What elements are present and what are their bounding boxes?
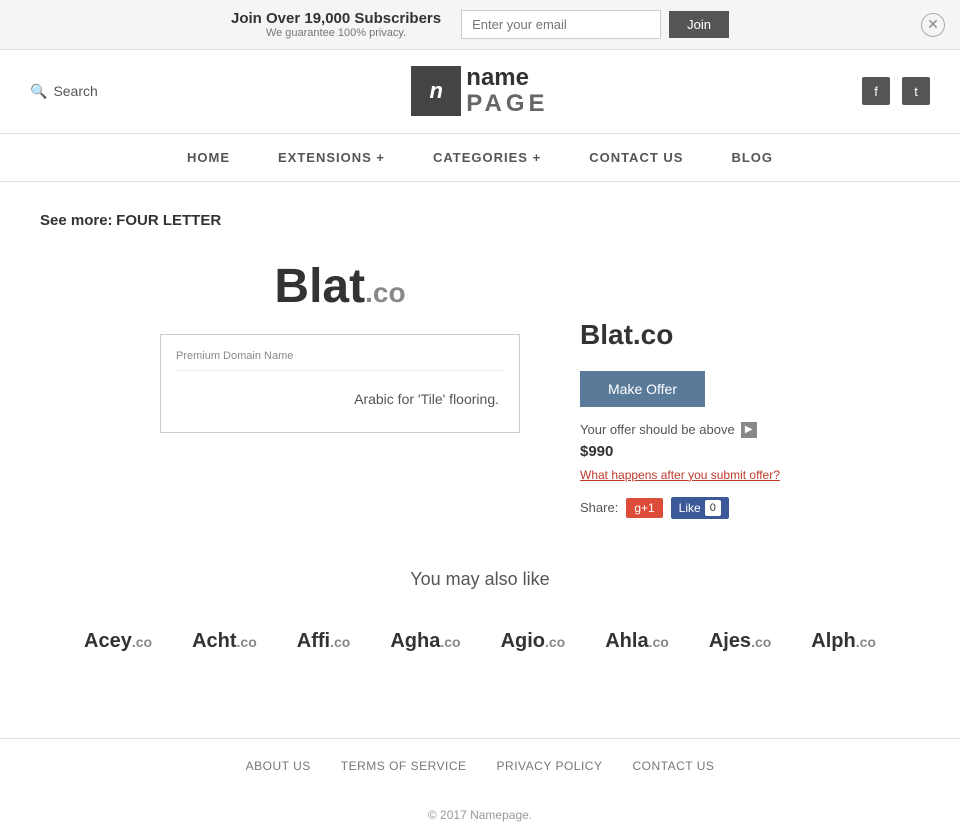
fb-like-count: 0 xyxy=(705,500,721,516)
similar-domain-tld: .co xyxy=(856,634,876,650)
banner-headline: Join Over 19,000 Subscribers xyxy=(231,10,441,27)
domain-title: Blat.co xyxy=(580,319,800,351)
footer-contact[interactable]: CONTACT US xyxy=(632,759,714,773)
domain-tld-display: .co xyxy=(365,277,405,308)
nav-contact[interactable]: CONTACT US xyxy=(565,134,707,181)
email-input[interactable] xyxy=(461,10,661,39)
similar-domain-name: Acey xyxy=(84,630,132,652)
domain-right: Blat.co Make Offer Your offer should be … xyxy=(580,259,800,519)
offer-info: Your offer should be above ▶ xyxy=(580,422,800,438)
logo-letter: n xyxy=(430,78,443,104)
logo-name: name xyxy=(466,65,548,91)
also-like-section: You may also like Acey.co Acht.co Affi.c… xyxy=(40,569,920,668)
domain-logo: Blat.co xyxy=(160,259,520,314)
make-offer-button[interactable]: Make Offer xyxy=(580,371,705,407)
search-label: Search xyxy=(53,83,97,99)
logo[interactable]: n name PAGE xyxy=(411,65,548,118)
similar-domain-name: Agio xyxy=(501,630,545,652)
domain-description: Arabic for 'Tile' flooring. xyxy=(176,381,504,417)
similar-domain-tld: .co xyxy=(237,634,257,650)
share-label: Share: xyxy=(580,500,618,515)
offer-question-link[interactable]: What happens after you submit offer? xyxy=(580,468,800,482)
similar-domain-name: Affi xyxy=(297,630,330,652)
nav-extensions[interactable]: EXTENSIONS + xyxy=(254,134,409,181)
domain-section: Blat.co Premium Domain Name Arabic for '… xyxy=(40,259,920,519)
similar-domain-tld: .co xyxy=(330,634,350,650)
category-label[interactable]: FOUR LETTER xyxy=(116,212,221,229)
list-item[interactable]: Affi.co xyxy=(277,615,371,668)
similar-domain-tld: .co xyxy=(649,634,669,650)
domain-name-display: Blat xyxy=(274,260,365,313)
offer-arrow-icon: ▶ xyxy=(741,422,757,438)
facebook-link[interactable]: f xyxy=(862,77,890,105)
breadcrumb: See more: FOUR LETTER xyxy=(40,212,920,229)
share-row: Share: g+1 Like 0 xyxy=(580,497,800,519)
social-links: f t xyxy=(862,77,930,105)
domain-info-box: Premium Domain Name Arabic for 'Tile' fl… xyxy=(160,334,520,433)
footer-about[interactable]: ABOUT US xyxy=(246,759,311,773)
similar-domain-name: Acht xyxy=(192,630,236,652)
main-content: See more: FOUR LETTER Blat.co Premium Do… xyxy=(0,182,960,738)
footer-privacy[interactable]: PRIVACY POLICY xyxy=(497,759,603,773)
banner-subtext: We guarantee 100% privacy. xyxy=(231,27,441,39)
similar-domain-tld: .co xyxy=(545,634,565,650)
similar-domain-tld: .co xyxy=(751,634,771,650)
offer-text: Your offer should be above xyxy=(580,422,735,437)
list-item[interactable]: Agha.co xyxy=(370,615,480,668)
footer-copyright: © 2017 Namepage. xyxy=(0,793,960,837)
list-item[interactable]: Alph.co xyxy=(791,615,896,668)
offer-price: $990 xyxy=(580,443,800,460)
list-item[interactable]: Acey.co xyxy=(64,615,172,668)
list-item[interactable]: Ahla.co xyxy=(585,615,689,668)
search-icon: 🔍 xyxy=(30,83,47,100)
search-button[interactable]: 🔍 Search xyxy=(30,83,98,100)
also-like-title: You may also like xyxy=(40,569,920,590)
main-nav: HOME EXTENSIONS + CATEGORIES + CONTACT U… xyxy=(0,134,960,182)
logo-box: n xyxy=(411,66,461,116)
domain-left: Blat.co Premium Domain Name Arabic for '… xyxy=(160,259,520,433)
nav-home[interactable]: HOME xyxy=(163,134,254,181)
see-more-label: See more: xyxy=(40,212,113,229)
list-item[interactable]: Acht.co xyxy=(172,615,277,668)
twitter-link[interactable]: t xyxy=(902,77,930,105)
top-banner: Join Over 19,000 Subscribers We guarante… xyxy=(0,0,960,50)
domain-info-label: Premium Domain Name xyxy=(176,350,504,371)
footer-nav: ABOUT US TERMS OF SERVICE PRIVACY POLICY… xyxy=(0,738,960,793)
logo-text: name PAGE xyxy=(466,65,548,118)
similar-domain-name: Alph xyxy=(811,630,855,652)
similar-domains-list: Acey.co Acht.co Affi.co Agha.co Agio.co … xyxy=(40,615,920,668)
similar-domain-name: Ahla xyxy=(605,630,648,652)
similar-domain-tld: .co xyxy=(132,634,152,650)
header: 🔍 Search n name PAGE f t xyxy=(0,50,960,134)
list-item[interactable]: Ajes.co xyxy=(689,615,791,668)
nav-blog[interactable]: BLOG xyxy=(707,134,797,181)
close-banner-button[interactable]: ✕ xyxy=(921,13,945,37)
similar-domain-name: Agha xyxy=(390,630,440,652)
banner-form: Join xyxy=(461,10,729,39)
logo-page: PAGE xyxy=(466,91,548,117)
similar-domain-tld: .co xyxy=(440,634,460,650)
facebook-like-button[interactable]: Like 0 xyxy=(671,497,729,519)
similar-domain-name: Ajes xyxy=(709,630,751,652)
banner-text: Join Over 19,000 Subscribers We guarante… xyxy=(231,10,441,39)
join-button[interactable]: Join xyxy=(669,11,729,38)
copyright-text: © 2017 Namepage. xyxy=(428,808,532,822)
footer-terms[interactable]: TERMS OF SERVICE xyxy=(341,759,467,773)
fb-like-label: Like xyxy=(679,501,701,515)
list-item[interactable]: Agio.co xyxy=(481,615,586,668)
nav-categories[interactable]: CATEGORIES + xyxy=(409,134,565,181)
google-plus-button[interactable]: g+1 xyxy=(626,498,662,518)
